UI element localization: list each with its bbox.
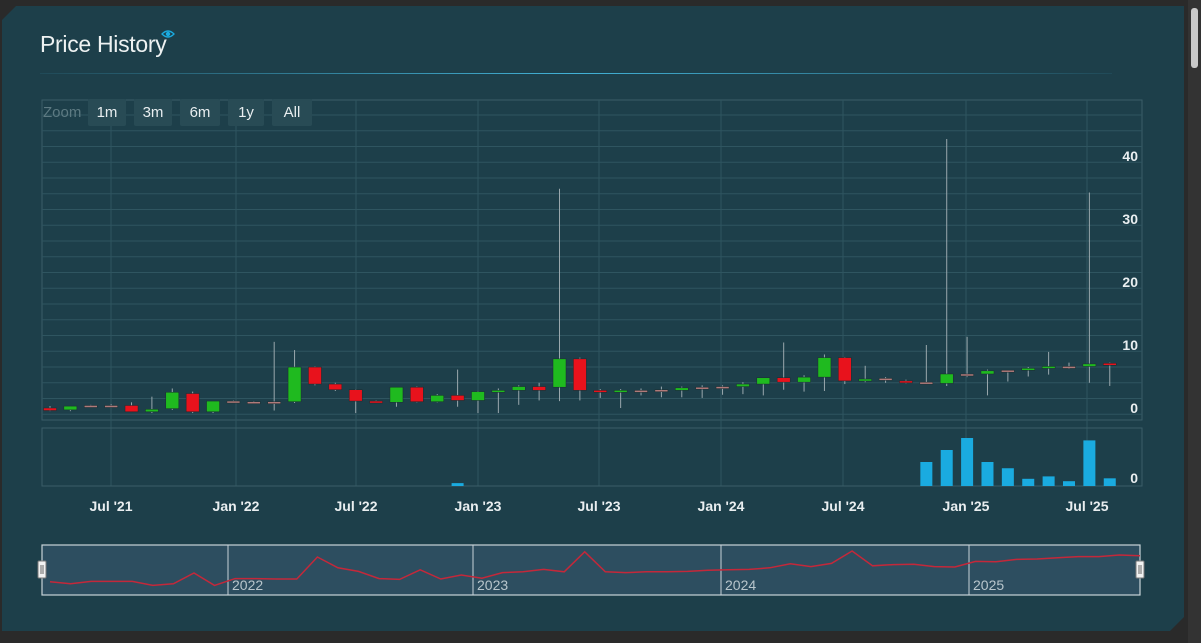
volume-bar xyxy=(1001,468,1014,486)
candle-body xyxy=(308,366,322,385)
navigator-year-label: 2024 xyxy=(725,577,756,593)
candle-body xyxy=(491,390,506,393)
volume-bar xyxy=(1022,478,1035,486)
x-tick-label: Jul '24 xyxy=(821,498,864,514)
candle-body xyxy=(980,370,995,375)
handle-body xyxy=(1135,560,1145,579)
x-tick-label: Jan '25 xyxy=(943,498,990,514)
candle-body xyxy=(247,401,261,404)
candle-body xyxy=(1062,366,1076,369)
candle-body xyxy=(613,390,628,393)
y-tick-label: 40 xyxy=(1122,148,1138,164)
y-tick-label: 10 xyxy=(1122,337,1138,353)
candle-body xyxy=(226,400,241,404)
volume-frame xyxy=(41,427,1143,487)
candle-body xyxy=(776,377,791,383)
candle-body xyxy=(838,357,852,382)
x-tick-label: Jul '23 xyxy=(577,498,620,514)
candle-body xyxy=(124,405,139,413)
candle-body xyxy=(1041,366,1056,369)
candle-body xyxy=(471,391,485,401)
candle-body xyxy=(410,386,424,402)
zoom-1m-button[interactable]: 1m xyxy=(88,99,126,126)
candle-body xyxy=(1082,363,1097,367)
candle-body xyxy=(185,393,200,413)
handle-body xyxy=(37,560,47,579)
candle-body xyxy=(960,373,974,377)
y-tick-label: 0 xyxy=(1130,400,1138,416)
price-chart[interactable]: 0 10 20 30 40 0 Jul '21 Jan '22 Jul '22 Jan '23 Ju… xyxy=(0,0,1201,643)
volume-bar xyxy=(1063,481,1075,486)
candle-body xyxy=(878,378,893,381)
candle-body xyxy=(267,401,281,404)
candle-body xyxy=(430,395,444,402)
candle-body xyxy=(450,395,465,401)
candle-body xyxy=(287,366,302,402)
candle-body xyxy=(715,386,730,389)
candle-body xyxy=(797,376,811,383)
candle-body xyxy=(593,390,608,393)
candle-body xyxy=(695,386,709,390)
candle-body xyxy=(573,358,587,391)
candle-body xyxy=(511,386,526,391)
candle-body xyxy=(756,377,771,385)
candle-body xyxy=(369,400,383,404)
candle-body xyxy=(104,405,118,408)
x-tick-label: Jan '22 xyxy=(213,498,260,514)
x-tick-label: Jul '22 xyxy=(334,498,377,514)
candle-body xyxy=(817,357,832,378)
x-tick-label: Jan '24 xyxy=(698,498,745,514)
candle-body xyxy=(165,392,180,409)
volume-bar xyxy=(1042,476,1055,486)
candle-body xyxy=(206,400,220,413)
zoom-6m-button[interactable]: 6m xyxy=(180,99,220,126)
candle-body xyxy=(899,380,913,384)
zoom-label: Zoom xyxy=(43,104,82,121)
navigator-right-handle[interactable] xyxy=(1135,560,1145,579)
plot-frame xyxy=(41,99,1143,421)
candle-body xyxy=(675,387,689,391)
candle-body xyxy=(858,378,872,382)
navigator-left-handle[interactable] xyxy=(37,560,47,579)
candle-body xyxy=(63,405,78,411)
y-tick-label: 30 xyxy=(1122,211,1138,227)
volume-bar xyxy=(1083,440,1096,486)
y-tick-label: 20 xyxy=(1122,274,1138,290)
x-tick-label: Jul '21 xyxy=(89,498,132,514)
volume-bar xyxy=(981,462,994,486)
volume-tick-label: 0 xyxy=(1130,470,1138,486)
candle-body xyxy=(145,409,159,413)
navigator-year-label: 2025 xyxy=(973,577,1004,593)
candle-body xyxy=(919,381,934,385)
volume-bar xyxy=(451,483,464,486)
volume-bar xyxy=(940,450,953,486)
candle-body xyxy=(389,386,404,403)
candle-body xyxy=(84,405,98,408)
volume-bar xyxy=(920,462,933,486)
x-tick-label: Jan '23 xyxy=(455,498,502,514)
volume-bar xyxy=(1103,478,1116,486)
candle-body xyxy=(328,383,343,390)
candle-body xyxy=(552,358,567,388)
zoom-all-button[interactable]: All xyxy=(272,99,312,126)
candle-body xyxy=(634,390,648,393)
candle-body xyxy=(1001,369,1015,373)
zoom-3m-button[interactable]: 3m xyxy=(134,99,172,126)
candle-body xyxy=(43,407,57,411)
candle-body xyxy=(532,386,546,391)
navigator-year-label: 2023 xyxy=(477,577,508,593)
candle-body xyxy=(1021,368,1035,371)
candle-body xyxy=(654,389,669,392)
candle-body xyxy=(736,383,750,387)
candle-body xyxy=(348,389,363,402)
candle-body xyxy=(939,373,954,384)
zoom-1y-button[interactable]: 1y xyxy=(228,99,264,126)
x-tick-label: Jul '25 xyxy=(1065,498,1108,514)
volume-bar xyxy=(961,438,974,486)
candle-body xyxy=(1103,363,1117,366)
